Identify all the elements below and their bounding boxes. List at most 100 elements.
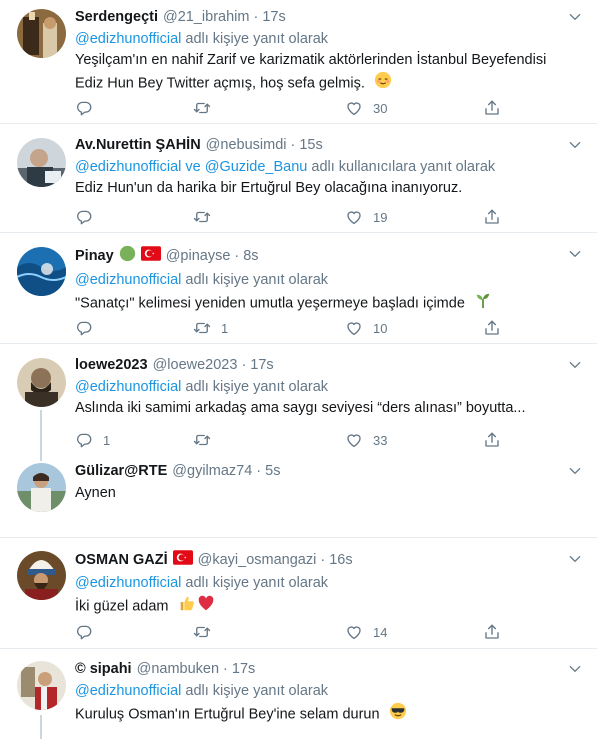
reply-icon bbox=[75, 208, 93, 226]
avatar[interactable] bbox=[17, 551, 66, 600]
chevron-down-icon[interactable] bbox=[567, 661, 583, 677]
timestamp[interactable]: 15s bbox=[299, 136, 322, 155]
reply-context: @edizhunofficial adlı kişiye yanıt olara… bbox=[75, 270, 567, 291]
tweet-5[interactable]: Gülizar@RTE @gyilmaz74 · 5s Aynen bbox=[0, 455, 597, 538]
red-heart-icon bbox=[197, 594, 215, 619]
separator-dot: · bbox=[223, 661, 228, 677]
tweet-text: Yeşilçam'ın en nahif Zarif ve karizmatik… bbox=[75, 50, 567, 96]
user-handle[interactable]: @gyilmaz74 bbox=[172, 462, 252, 481]
like-button[interactable]: 30 bbox=[345, 98, 387, 118]
tweet-6[interactable]: OSMAN GAZİ @kayi_osmangazi · 16s @edizhu… bbox=[0, 538, 597, 649]
mention-link[interactable]: @edizhunofficial bbox=[75, 272, 181, 288]
tweet-2[interactable]: Av.Nurettin ŞAHİN @nebusimdi · 15s @ediz… bbox=[0, 124, 597, 233]
timestamp[interactable]: 16s bbox=[329, 551, 352, 570]
tweet-3[interactable]: Pinay @pinayse · 8s @edizhunofficial adl… bbox=[0, 233, 597, 344]
tweet-1[interactable]: Serdengeçti @21_ibrahim · 17s @edizhunof… bbox=[0, 0, 597, 124]
mention-link[interactable]: @edizhunofficial bbox=[75, 379, 181, 395]
reply-button[interactable] bbox=[75, 98, 103, 118]
avatar[interactable] bbox=[17, 661, 66, 710]
display-name[interactable]: OSMAN GAZİ bbox=[75, 551, 168, 570]
tweet-text-line1: Yeşilçam'ın en nahif Zarif ve karizmatik… bbox=[75, 52, 547, 68]
share-icon bbox=[483, 208, 501, 226]
relieved-face-icon bbox=[374, 71, 392, 96]
display-name[interactable]: loewe2023 bbox=[75, 356, 148, 375]
separator-dot: · bbox=[234, 248, 240, 264]
share-icon bbox=[483, 99, 501, 117]
like-button[interactable]: 33 bbox=[345, 430, 387, 450]
tweet-7[interactable]: © sipahi @nambuken · 17s @edizhunofficia… bbox=[0, 649, 597, 739]
display-name[interactable]: Pinay bbox=[75, 247, 114, 266]
timestamp[interactable]: 17s bbox=[250, 356, 273, 375]
like-count: 33 bbox=[373, 432, 388, 448]
avatar[interactable] bbox=[17, 138, 66, 187]
reply-suffix: adlı kişiye yanıt olarak bbox=[185, 272, 329, 288]
like-count: 30 bbox=[373, 100, 388, 116]
retweet-button[interactable] bbox=[193, 622, 221, 642]
share-button[interactable] bbox=[483, 98, 501, 118]
display-name[interactable]: Gülizar@RTE bbox=[75, 462, 167, 481]
like-button[interactable]: 14 bbox=[345, 622, 387, 642]
user-handle[interactable]: @nambuken bbox=[137, 660, 219, 679]
user-handle[interactable]: @pinayse bbox=[166, 247, 231, 266]
retweet-button[interactable]: 1 bbox=[193, 318, 228, 338]
like-button[interactable]: 19 bbox=[345, 207, 387, 227]
timestamp[interactable]: 5s bbox=[265, 462, 280, 481]
like-button[interactable]: 10 bbox=[345, 318, 387, 338]
timestamp[interactable]: 17s bbox=[232, 660, 255, 679]
display-name[interactable]: Av.Nurettin ŞAHİN bbox=[75, 136, 201, 155]
reply-button[interactable]: 1 bbox=[75, 430, 110, 450]
share-button[interactable] bbox=[483, 318, 501, 338]
mention-link[interactable]: @edizhunofficial bbox=[75, 683, 181, 699]
reply-button[interactable] bbox=[75, 318, 103, 338]
avatar[interactable] bbox=[17, 358, 66, 407]
share-button[interactable] bbox=[483, 622, 501, 642]
reply-icon bbox=[75, 99, 93, 117]
avatar[interactable] bbox=[17, 9, 66, 58]
retweet-button[interactable] bbox=[193, 430, 221, 450]
chevron-down-icon[interactable] bbox=[567, 246, 583, 262]
reply-icon bbox=[75, 431, 93, 449]
retweet-button[interactable] bbox=[193, 207, 221, 227]
seedling-icon bbox=[474, 291, 492, 316]
mention-link[interactable]: @edizhunofficial bbox=[75, 159, 181, 175]
reply-context: @edizhunofficial adlı kişiye yanıt olara… bbox=[75, 681, 567, 702]
chevron-down-icon[interactable] bbox=[567, 551, 583, 567]
heart-icon bbox=[345, 623, 363, 641]
avatar[interactable] bbox=[17, 463, 66, 512]
user-handle[interactable]: @21_ibrahim bbox=[163, 8, 249, 27]
mention-link[interactable]: @edizhunofficial bbox=[75, 31, 181, 47]
heart-icon bbox=[345, 319, 363, 337]
chevron-down-icon[interactable] bbox=[567, 137, 583, 153]
tweet-text-content: İki güzel adam bbox=[75, 598, 169, 615]
heart-icon bbox=[345, 431, 363, 449]
timestamp[interactable]: 8s bbox=[243, 247, 258, 266]
retweet-icon bbox=[193, 208, 211, 226]
user-handle[interactable]: @nebusimdi bbox=[206, 136, 287, 155]
share-button[interactable] bbox=[483, 430, 501, 450]
retweet-count: 1 bbox=[221, 320, 229, 336]
share-button[interactable] bbox=[483, 207, 501, 227]
chevron-down-icon[interactable] bbox=[567, 357, 583, 373]
tweet-4[interactable]: loewe2023 @loewe2023 · 17s @edizhunoffic… bbox=[0, 344, 597, 455]
chevron-down-icon[interactable] bbox=[567, 463, 583, 479]
reply-suffix: adlı kişiye yanıt olarak bbox=[185, 31, 329, 47]
user-handle[interactable]: @kayi_osmangazi bbox=[198, 551, 317, 570]
reply-icon bbox=[75, 319, 93, 337]
display-name[interactable]: sipahi bbox=[90, 660, 132, 679]
mention-link[interactable]: @edizhunofficial bbox=[75, 575, 181, 591]
retweet-button[interactable] bbox=[193, 98, 221, 118]
user-handle[interactable]: @loewe2023 bbox=[153, 356, 238, 375]
reply-button[interactable] bbox=[75, 207, 103, 227]
display-name[interactable]: Serdengeçti bbox=[75, 8, 158, 27]
reply-context: @edizhunofficial adlı kişiye yanıt olara… bbox=[75, 573, 567, 594]
share-icon bbox=[483, 431, 501, 449]
avatar[interactable] bbox=[17, 247, 66, 296]
mention-link-2[interactable]: @Guzide_Banu bbox=[205, 159, 308, 175]
chevron-down-icon[interactable] bbox=[567, 9, 583, 25]
tweet-text: İki güzel adam bbox=[75, 594, 567, 619]
reply-button[interactable] bbox=[75, 622, 103, 642]
tweet-text: Ediz Hun'un da harika bir Ertuğrul Bey o… bbox=[75, 180, 463, 196]
like-count: 14 bbox=[373, 624, 388, 640]
tweet-text: Aslında iki samimi arkadaş ama saygı sev… bbox=[75, 400, 526, 416]
timestamp[interactable]: 17s bbox=[262, 8, 285, 27]
